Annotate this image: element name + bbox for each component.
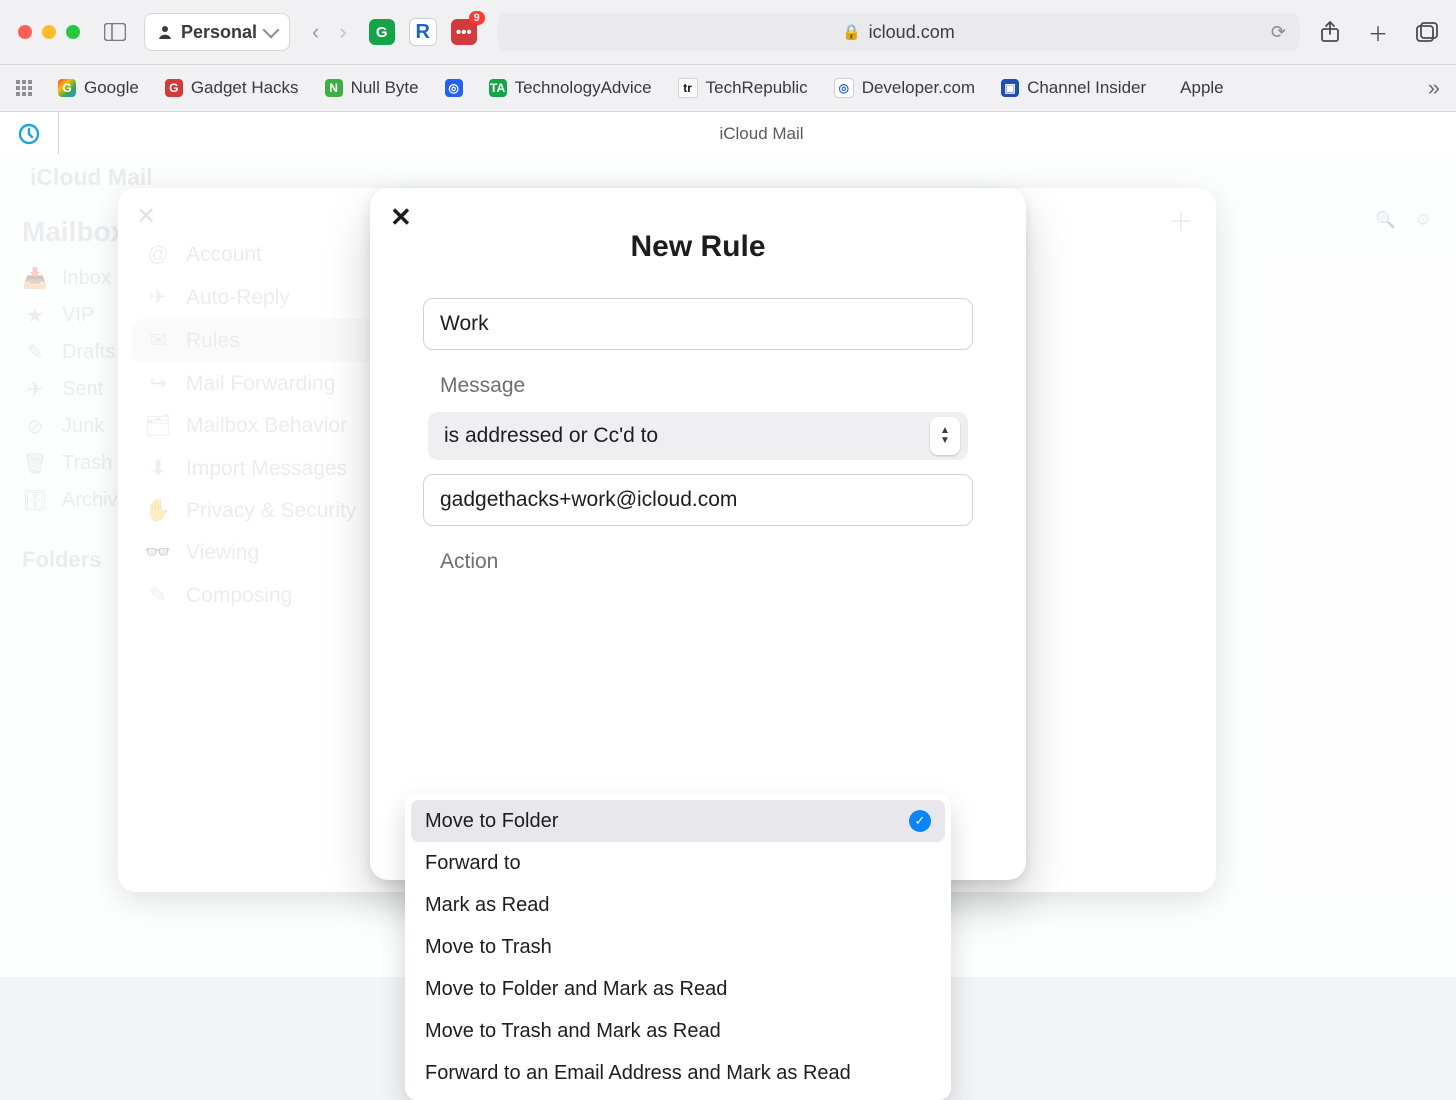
bookmark-null-byte[interactable]: N Null Byte	[325, 78, 419, 98]
profile-picker[interactable]: Personal	[144, 13, 290, 51]
nav-arrows: ‹ ›	[304, 19, 355, 45]
condition-select[interactable]: is addressed or Cc'd to ▲▼	[428, 412, 968, 460]
active-tab[interactable]: iCloud Mail	[59, 112, 1456, 156]
action-option-label: Move to Trash	[425, 936, 552, 959]
minimize-window-button[interactable]	[42, 25, 56, 39]
action-option-forward-to[interactable]: Forward to	[411, 842, 945, 884]
person-icon	[157, 24, 173, 40]
new-rule-title: New Rule	[398, 230, 998, 264]
rakuten-extension-icon[interactable]: R	[409, 18, 437, 46]
action-dropdown: Move to Folder ✓ Forward to Mark as Read…	[405, 794, 951, 1100]
new-rule-close-button[interactable]: ✕	[390, 204, 412, 230]
grid-icon	[16, 80, 32, 96]
browser-toolbar: Personal ‹ › G R ••• 9 🔒 icloud.com ⟳ ＋	[0, 0, 1456, 65]
extension-badge: 9	[469, 11, 485, 25]
apps-grid-button[interactable]	[16, 80, 32, 96]
generic-favicon-icon: ◎	[445, 79, 463, 97]
action-option-forward-mark-read[interactable]: Forward to an Email Address and Mark as …	[411, 1052, 945, 1094]
clockify-icon	[18, 123, 40, 145]
pinned-tab-clockify[interactable]	[0, 112, 59, 156]
rule-name-value: Work	[440, 312, 489, 336]
technologyadvice-favicon-icon: TA	[489, 79, 507, 97]
rule-name-input[interactable]: Work	[423, 298, 973, 350]
action-option-move-folder-mark-read[interactable]: Move to Folder and Mark as Read	[411, 968, 945, 1010]
action-option-label: Move to Trash and Mark as Read	[425, 1020, 721, 1043]
condition-value-text: gadgethacks+work@icloud.com	[440, 488, 737, 512]
bookmark-developer-com[interactable]: ◎ Developer.com	[834, 78, 975, 98]
bookmark-label: Google	[84, 78, 139, 98]
google-favicon-icon: G	[58, 79, 76, 97]
grammarly-extension-icon[interactable]: G	[369, 19, 395, 45]
address-bar[interactable]: 🔒 icloud.com ⟳	[497, 13, 1300, 51]
share-button[interactable]	[1320, 21, 1340, 43]
new-rule-modal: ✕ New Rule Work Message is addressed or …	[370, 188, 1026, 880]
bookmark-channel-insider[interactable]: ▣ Channel Insider	[1001, 78, 1146, 98]
action-section-label: Action	[440, 550, 956, 574]
action-option-label: Move to Folder and Mark as Read	[425, 978, 727, 1001]
null-byte-favicon-icon: N	[325, 79, 343, 97]
action-option-label: Move to Folder	[425, 810, 558, 833]
bookmark-label: TechnologyAdvice	[515, 78, 652, 98]
checkmark-icon: ✓	[909, 810, 931, 832]
reload-button[interactable]: ⟳	[1271, 22, 1286, 43]
tab-bar: iCloud Mail	[0, 112, 1456, 157]
condition-value-input[interactable]: gadgethacks+work@icloud.com	[423, 474, 973, 526]
action-option-move-to-folder[interactable]: Move to Folder ✓	[411, 800, 945, 842]
action-option-label: Forward to	[425, 852, 521, 875]
bookmark-label: Null Byte	[351, 78, 419, 98]
bookmark-label: TechRepublic	[706, 78, 808, 98]
window-controls	[18, 25, 80, 39]
bookmark-label: Apple	[1180, 78, 1223, 98]
message-section-label: Message	[440, 374, 956, 398]
sidebar-toggle-button[interactable]	[100, 17, 130, 47]
lastpass-extension-icon[interactable]: ••• 9	[451, 19, 477, 45]
bookmark-technologyadvice[interactable]: TA TechnologyAdvice	[489, 78, 652, 98]
action-option-mark-as-read[interactable]: Mark as Read	[411, 884, 945, 926]
bookmark-label: Channel Insider	[1027, 78, 1146, 98]
action-option-label: Forward to an Email Address and Mark as …	[425, 1062, 851, 1085]
techrepublic-favicon-icon: tr	[678, 78, 698, 98]
forward-button[interactable]: ›	[339, 19, 346, 45]
bookmark-techrepublic[interactable]: tr TechRepublic	[678, 78, 808, 98]
bookmarks-overflow-button[interactable]: »	[1428, 75, 1440, 101]
extension-icons: G R ••• 9	[369, 18, 477, 46]
toolbar-right: ＋	[1320, 18, 1438, 47]
lock-icon: 🔒	[842, 23, 861, 41]
bookmark-label: Developer.com	[862, 78, 975, 98]
fullscreen-window-button[interactable]	[66, 25, 80, 39]
bookmark-label: Gadget Hacks	[191, 78, 299, 98]
developer-favicon-icon: ◎	[834, 78, 854, 98]
select-stepper-icon: ▲▼	[930, 417, 960, 455]
close-window-button[interactable]	[18, 25, 32, 39]
tab-title-text: iCloud Mail	[719, 124, 803, 144]
bookmark-unknown[interactable]: ◎	[445, 79, 463, 97]
condition-selected-text: is addressed or Cc'd to	[444, 424, 658, 448]
new-tab-button[interactable]: ＋	[1368, 18, 1388, 47]
tab-overview-button[interactable]	[1416, 22, 1438, 42]
bookmark-google[interactable]: G Google	[58, 78, 139, 98]
action-option-label: Mark as Read	[425, 894, 550, 917]
channel-insider-favicon-icon: ▣	[1001, 79, 1019, 97]
address-text: icloud.com	[869, 22, 955, 43]
bookmarks-bar: G Google G Gadget Hacks N Null Byte ◎ TA…	[0, 65, 1456, 112]
chevron-down-icon	[263, 22, 280, 39]
action-option-move-trash-mark-read[interactable]: Move to Trash and Mark as Read	[411, 1010, 945, 1052]
bookmark-apple[interactable]: Apple	[1172, 78, 1223, 98]
gadget-hacks-favicon-icon: G	[165, 79, 183, 97]
profile-label: Personal	[181, 22, 257, 43]
action-option-move-to-trash[interactable]: Move to Trash	[411, 926, 945, 968]
bookmark-gadget-hacks[interactable]: G Gadget Hacks	[165, 78, 299, 98]
back-button[interactable]: ‹	[312, 19, 319, 45]
